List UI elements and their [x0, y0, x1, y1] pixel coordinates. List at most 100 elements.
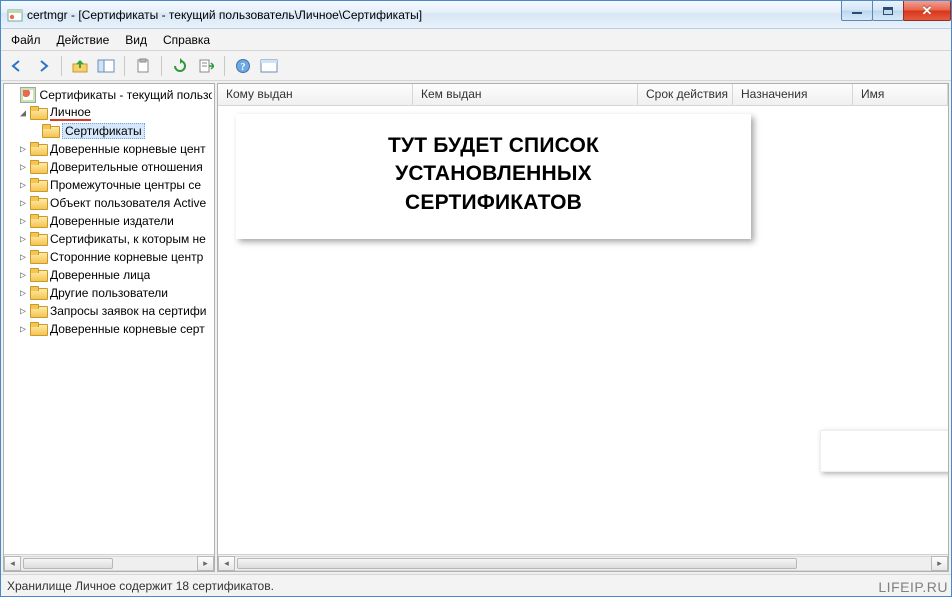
folder-icon	[30, 286, 46, 300]
menu-view[interactable]: Вид	[117, 31, 155, 49]
menu-action[interactable]: Действие	[49, 31, 118, 49]
column-issued-to[interactable]: Кому выдан	[218, 84, 413, 105]
tree-item[interactable]: ▷ Доверенные лица	[4, 266, 214, 284]
folder-icon	[30, 160, 46, 174]
folder-icon	[30, 322, 46, 336]
scroll-right-button[interactable]: ▸	[931, 556, 948, 571]
refresh-button[interactable]	[168, 54, 192, 78]
maximize-button[interactable]	[872, 1, 904, 21]
folder-icon	[30, 196, 46, 210]
tree-label: Доверенные лица	[50, 268, 150, 282]
up-button[interactable]	[68, 54, 92, 78]
expander-icon[interactable]: ▷	[16, 306, 30, 317]
close-button[interactable]: ✕	[903, 1, 951, 21]
scroll-thumb[interactable]	[237, 558, 797, 569]
properties-button[interactable]	[257, 54, 281, 78]
expander-icon[interactable]: ▷	[16, 162, 30, 173]
folder-icon	[42, 124, 58, 138]
tree-personal[interactable]: ◢ Личное	[4, 104, 214, 122]
tree-personal-certs[interactable]: Сертификаты	[4, 122, 214, 140]
tree-label: Доверенные издатели	[50, 214, 174, 228]
cert-store-icon	[20, 87, 36, 103]
folder-icon	[30, 250, 46, 264]
tree-label: Сертификаты, к которым не	[50, 232, 206, 246]
scroll-right-button[interactable]: ▸	[197, 556, 214, 571]
tree-label: Доверенные корневые цент	[50, 142, 206, 156]
expander-icon[interactable]: ▷	[16, 270, 30, 281]
tree-label: Промежуточные центры се	[50, 178, 201, 192]
svg-text:?: ?	[241, 62, 246, 73]
menu-help[interactable]: Справка	[155, 31, 218, 49]
tree-label: Сертификаты	[62, 123, 145, 139]
expander-icon[interactable]: ◢	[16, 108, 30, 119]
tree-label: Доверенные корневые серт	[50, 322, 205, 336]
tree-label: Доверительные отношения	[50, 160, 203, 174]
annotation-line: СЕРТИФИКАТОВ	[248, 189, 739, 217]
tree-item[interactable]: ▷ Сторонние корневые центр	[4, 248, 214, 266]
tree-item[interactable]: ▷Другие пользователи	[4, 284, 214, 302]
export-list-icon	[198, 58, 214, 74]
back-button[interactable]	[5, 54, 29, 78]
tree-toggle-icon	[97, 58, 115, 74]
scroll-thumb[interactable]	[23, 558, 113, 569]
titlebar[interactable]: certmgr - [Сертификаты - текущий пользов…	[1, 1, 951, 29]
tree-h-scrollbar[interactable]: ◂ ▸	[4, 554, 214, 571]
expander-icon[interactable]: ▷	[16, 252, 30, 263]
tree-root[interactable]: Сертификаты - текущий пользо	[4, 86, 214, 104]
folder-icon	[30, 304, 46, 318]
expander-icon[interactable]: ▷	[16, 198, 30, 209]
forward-button[interactable]	[31, 54, 55, 78]
status-bar: Хранилище Личное содержит 18 сертификато…	[1, 574, 951, 596]
watermark: LIFEIP.RU	[878, 579, 948, 595]
annotation-line: УСТАНОВЛЕННЫХ	[248, 160, 739, 188]
toolbar: ?	[1, 51, 951, 81]
tree-label: Сторонние корневые центр	[50, 250, 203, 264]
tree-item[interactable]: ▷ Сертификаты, к которым не	[4, 230, 214, 248]
expander-icon[interactable]: ▷	[16, 288, 30, 299]
tree-toggle-button[interactable]	[94, 54, 118, 78]
help-button[interactable]: ?	[231, 54, 255, 78]
title-text: certmgr - [Сертификаты - текущий пользов…	[27, 8, 842, 22]
tree-item[interactable]: ▷Запросы заявок на сертифи	[4, 302, 214, 320]
tree-item[interactable]: ▷ Доверенные корневые серт	[4, 320, 214, 338]
annotation-overlay: ТУТ БУДЕТ СПИСОК УСТАНОВЛЕННЫХ СЕРТИФИКА…	[236, 114, 751, 239]
menu-file[interactable]: Файл	[3, 31, 49, 49]
status-text: Хранилище Личное содержит 18 сертификато…	[7, 579, 274, 593]
scroll-left-button[interactable]: ◂	[218, 556, 235, 571]
tree-item[interactable]: ▷ Доверенные издатели	[4, 212, 214, 230]
expander-icon[interactable]: ▷	[16, 144, 30, 155]
annotation-line: ТУТ БУДЕТ СПИСОК	[248, 132, 739, 160]
help-icon: ?	[235, 58, 251, 74]
expander-icon[interactable]: ▷	[16, 324, 30, 335]
column-expiration[interactable]: Срок действия	[638, 84, 733, 105]
properties-icon	[260, 58, 278, 74]
tree-item[interactable]: ▷ Доверительные отношения	[4, 158, 214, 176]
tree-label: Личное	[50, 105, 91, 121]
expander-icon[interactable]: ▷	[16, 180, 30, 191]
column-friendly-name[interactable]: Имя	[853, 84, 948, 105]
tree-item[interactable]: ▷ Объект пользователя Active	[4, 194, 214, 212]
folder-icon	[30, 232, 46, 246]
column-purposes[interactable]: Назначения	[733, 84, 853, 105]
list-h-scrollbar[interactable]: ◂ ▸	[218, 554, 948, 571]
expander-icon[interactable]: ▷	[16, 216, 30, 227]
export-button[interactable]	[194, 54, 218, 78]
tree-item[interactable]: ▷ Промежуточные центры се	[4, 176, 214, 194]
folder-icon	[30, 178, 46, 192]
tree-item[interactable]: ▷ Доверенные корневые цент	[4, 140, 214, 158]
expander-icon[interactable]: ▷	[16, 234, 30, 245]
app-window: certmgr - [Сертификаты - текущий пользов…	[0, 0, 952, 597]
menubar: Файл Действие Вид Справка	[1, 29, 951, 51]
list-body[interactable]: ТУТ БУДЕТ СПИСОК УСТАНОВЛЕННЫХ СЕРТИФИКА…	[218, 106, 948, 554]
back-arrow-icon	[9, 58, 25, 74]
cut-button[interactable]	[131, 54, 155, 78]
column-issued-by[interactable]: Кем выдан	[413, 84, 638, 105]
scroll-left-button[interactable]: ◂	[4, 556, 21, 571]
tree-label: Объект пользователя Active	[50, 196, 206, 210]
scroll-track[interactable]	[21, 556, 197, 571]
minimize-button[interactable]	[841, 1, 873, 21]
tree[interactable]: Сертификаты - текущий пользо ◢ Личное Се…	[4, 84, 214, 554]
clipboard-icon	[135, 58, 151, 74]
scroll-track[interactable]	[235, 556, 931, 571]
client-area: Сертификаты - текущий пользо ◢ Личное Се…	[1, 81, 951, 574]
